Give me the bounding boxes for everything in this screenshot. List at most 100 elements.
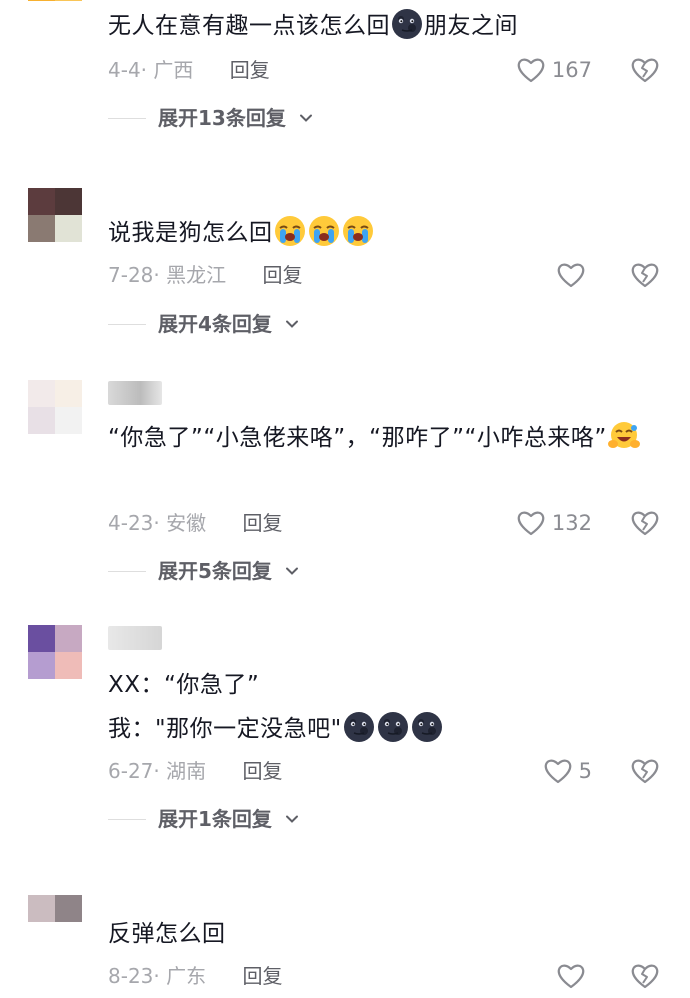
expand-replies-label: 展开1条回复 [158,807,272,831]
avatar-tile [28,895,55,922]
avatar[interactable] [28,625,82,679]
avatar-tile [55,625,82,652]
comment-text: 说我是狗怎么回 [108,211,648,255]
comment-date: 7-28 [108,263,154,287]
comment-text-part: 我："那你一定没急吧" [108,716,342,742]
comment-text: XX：“你急了” 我："那你一定没急吧" [108,663,648,751]
crying-face-icon [274,215,306,247]
comment-meta: 4-4· 广西 回复 [108,58,270,82]
heart-outline-icon [516,56,546,84]
hugging-laugh-face-icon [608,420,640,452]
comment-date: 4-4 [108,58,141,82]
like-button[interactable] [556,961,592,991]
username-redacted[interactable] [108,626,162,650]
comment-meta: 7-28· 黑龙江 回复 [108,263,303,287]
comment-meta: 6-27· 湖南 回复 [108,759,283,783]
expand-replies-button[interactable]: 展开4条回复 [108,309,300,339]
comment-text-part: 说我是狗怎么回 [108,220,273,246]
comment-region: 广东 [166,964,207,988]
like-count: 167 [551,58,592,82]
expand-replies-button[interactable]: 展开1条回复 [108,804,300,834]
avatar-tile [28,1,55,28]
expand-replies-button[interactable]: 展开5条回复 [108,556,300,586]
avatar-tile [28,922,55,949]
heart-outline-icon [516,509,546,537]
comment-text: 反弹怎么回 [108,912,648,956]
avatar[interactable] [28,895,82,949]
avatar-tile [55,215,82,242]
chevron-down-icon [284,563,300,579]
comment-date: 8-23 [108,964,154,988]
like-count: 5 [578,759,592,783]
chevron-down-icon [284,811,300,827]
crying-face-icon [308,215,340,247]
avatar[interactable] [28,0,82,28]
avatar-tile [28,188,55,215]
avatar-tile [28,215,55,242]
comment-text: “你急了”“小急佬来咯”，“那咋了”“小咋总来咯” [108,416,648,460]
comment-text-part: 朋友之间 [424,13,518,39]
broken-heart-icon[interactable] [630,961,660,991]
comment-region: 湖南 [166,759,207,783]
heart-outline-icon [543,757,573,785]
divider-line [108,117,146,119]
chevron-down-icon [284,316,300,332]
like-button[interactable]: 5 [543,756,592,786]
reply-button[interactable]: 回复 [242,964,282,988]
comment-text-part: 无人在意有趣一点该怎么回 [108,13,390,39]
avatar-tile [55,895,82,922]
reply-button[interactable]: 回复 [230,58,270,82]
broken-heart-icon[interactable] [630,55,660,85]
avatar-tile [55,188,82,215]
heart-outline-icon [556,962,586,990]
reply-button[interactable]: 回复 [262,263,302,287]
comment-region: 安徽 [166,511,207,535]
like-button[interactable] [556,260,592,290]
comment-text-line: XX：“你急了” [108,672,260,698]
avatar-tile [28,652,55,679]
like-count: 132 [551,511,592,535]
comment-date: 6-27 [108,759,154,783]
reply-button[interactable]: 回复 [242,759,282,783]
expand-replies-button[interactable]: 展开13条回复 [108,103,314,133]
reply-button[interactable]: 回复 [242,511,282,535]
comment-date: 4-23 [108,511,154,535]
like-button[interactable]: 167 [516,55,592,85]
divider-line [108,818,146,820]
avatar-tile [55,652,82,679]
expand-replies-label: 展开5条回复 [158,559,272,583]
comment-text-part: 反弹怎么回 [108,921,226,947]
avatar-tile [28,407,55,434]
expand-replies-label: 展开4条回复 [158,312,272,336]
avatar-tile [55,922,82,949]
heart-outline-icon [556,261,586,289]
avatar[interactable] [28,380,82,434]
avatar-tile [55,1,82,28]
expand-replies-label: 展开13条回复 [158,106,286,130]
comment-text-part: “你急了”“小急佬来咯”，“那咋了”“小咋总来咯” [108,425,607,451]
avatar-tile [55,380,82,407]
avatar-tile [28,380,55,407]
avatar[interactable] [28,188,82,242]
divider-line [108,570,146,572]
comment-text-line: 我："那你一定没急吧" [108,707,648,751]
comment-region: 黑龙江 [166,263,227,287]
dark-moon-face-icon [377,711,409,743]
broken-heart-icon[interactable] [630,508,660,538]
dark-moon-face-icon [343,711,375,743]
like-button[interactable]: 132 [516,508,592,538]
dark-moon-face-icon [391,8,423,40]
comment-meta: 8-23· 广东 回复 [108,964,283,988]
comment-region: 广西 [153,58,194,82]
avatar-tile [55,407,82,434]
chevron-down-icon [298,110,314,126]
divider-line [108,323,146,325]
username-redacted[interactable] [108,381,162,405]
broken-heart-icon[interactable] [630,756,660,786]
avatar-tile [28,625,55,652]
comment-meta: 4-23· 安徽 回复 [108,511,283,535]
dark-moon-face-icon [411,711,443,743]
broken-heart-icon[interactable] [630,260,660,290]
comment-text: 无人在意有趣一点该怎么回 朋友之间 [108,4,648,48]
crying-face-icon [342,215,374,247]
